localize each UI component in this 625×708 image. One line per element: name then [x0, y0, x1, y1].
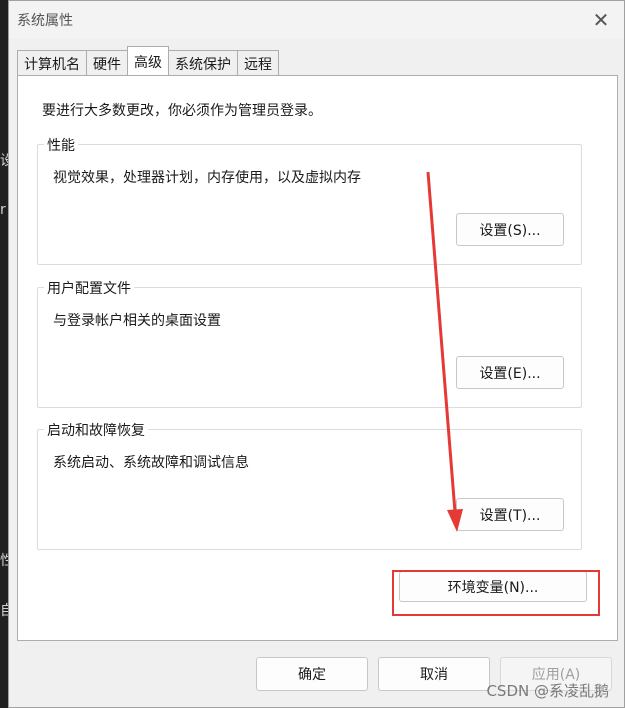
- tab-hardware[interactable]: 硬件: [86, 50, 128, 75]
- title-bar[interactable]: 系统属性 ✕: [9, 1, 624, 39]
- tab-remote[interactable]: 远程: [237, 50, 279, 75]
- watermark: CSDN @系凌乱鹅: [486, 682, 609, 700]
- performance-group: 性能 视觉效果，处理器计划，内存使用，以及虚拟内存 设置(S)...: [37, 135, 582, 265]
- cancel-button[interactable]: 取消: [378, 657, 490, 691]
- user-profiles-group: 用户配置文件 与登录帐户相关的桌面设置 设置(E)...: [37, 278, 582, 408]
- tab-computer-name[interactable]: 计算机名: [17, 50, 87, 75]
- user-profiles-settings-button[interactable]: 设置(E)...: [456, 356, 564, 389]
- startup-recovery-group: 启动和故障恢复 系统启动、系统故障和调试信息 设置(T)...: [37, 420, 582, 550]
- startup-recovery-label: 启动和故障恢复: [44, 420, 148, 440]
- environment-variables-button[interactable]: 环境变量(N)...: [399, 571, 587, 602]
- background-text: r: [0, 202, 6, 218]
- startup-recovery-settings-button[interactable]: 设置(T)...: [456, 498, 564, 531]
- user-profiles-description: 与登录帐户相关的桌面设置: [53, 313, 221, 329]
- close-icon: ✕: [592, 8, 610, 32]
- performance-label: 性能: [44, 135, 78, 155]
- performance-settings-button[interactable]: 设置(S)...: [456, 213, 564, 246]
- tab-system-protection[interactable]: 系统保护: [168, 50, 238, 75]
- advanced-tab-panel: 要进行大多数更改，你必须作为管理员登录。 性能 视觉效果，处理器计划，内存使用，…: [17, 75, 618, 641]
- tab-advanced[interactable]: 高级: [127, 46, 169, 75]
- performance-description: 视觉效果，处理器计划，内存使用，以及虚拟内存: [53, 170, 361, 186]
- admin-notice: 要进行大多数更改，你必须作为管理员登录。: [42, 103, 322, 119]
- window-title: 系统属性: [17, 13, 73, 29]
- user-profiles-label: 用户配置文件: [44, 278, 134, 298]
- startup-recovery-description: 系统启动、系统故障和调试信息: [53, 455, 249, 471]
- tab-strip: 计算机名 硬件 高级 系统保护 远程: [17, 46, 279, 75]
- close-button[interactable]: ✕: [588, 7, 614, 33]
- system-properties-dialog: 系统属性 ✕ 计算机名 硬件 高级 系统保护 远程 要进行大多数更改，你必须作为…: [8, 0, 625, 708]
- ok-button[interactable]: 确定: [256, 657, 368, 691]
